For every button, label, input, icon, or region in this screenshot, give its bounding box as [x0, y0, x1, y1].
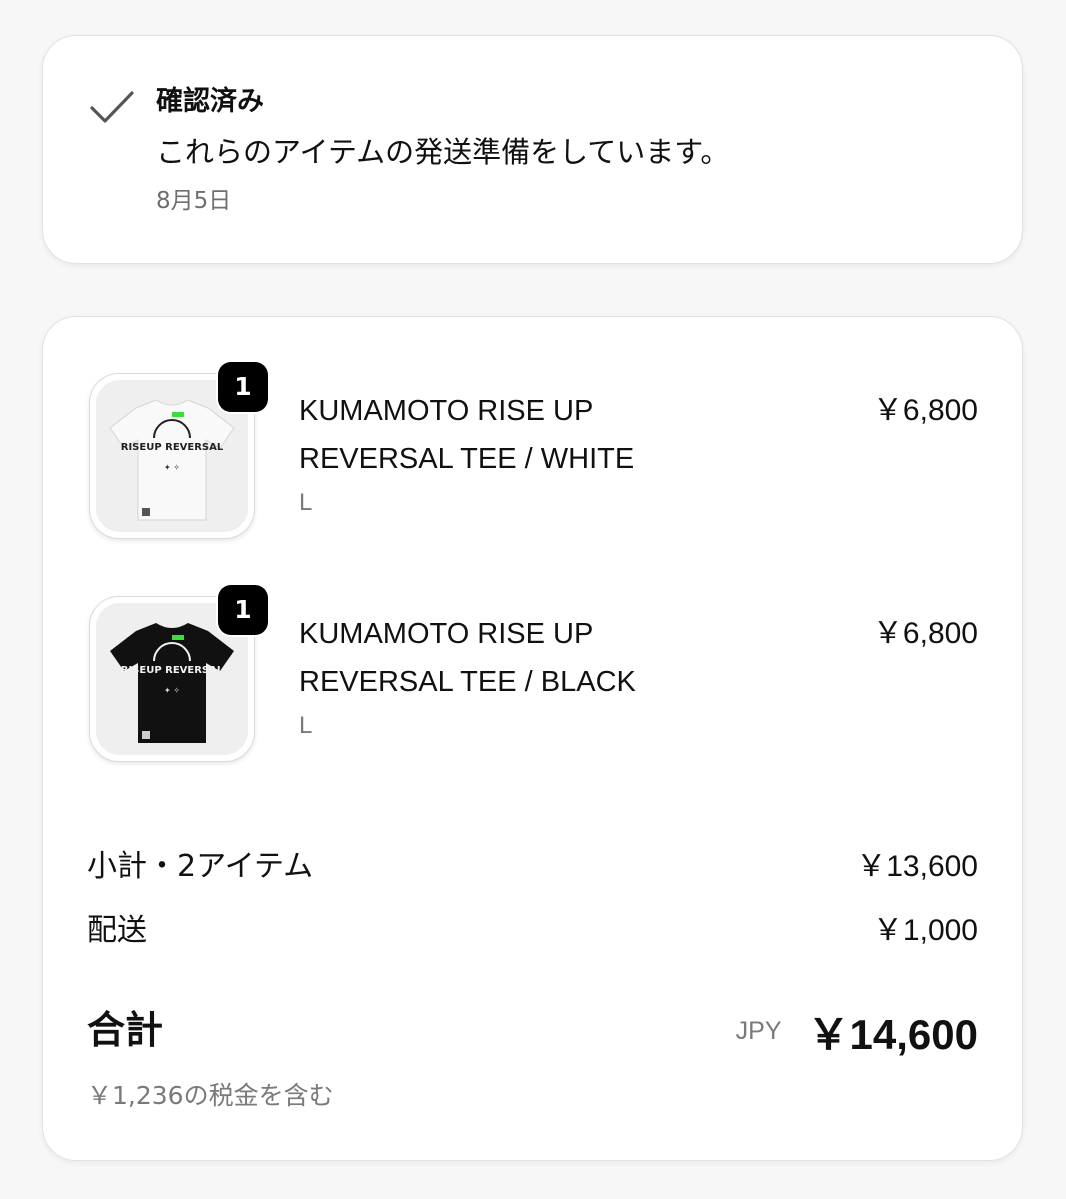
svg-text:✦ ✧: ✦ ✧	[164, 463, 180, 472]
green-tag	[172, 412, 184, 417]
currency-code: JPY	[735, 1017, 782, 1045]
product-thumbnail-black-tee[interactable]: RISEUP REVERSAL ✦ ✧ 1	[89, 585, 268, 762]
item-price: ￥6,800	[872, 617, 978, 650]
total-amount-group: JPY ￥14,600	[736, 1001, 978, 1062]
order-status-card: 確認済み これらのアイテムの発送準備をしています。 8月5日	[42, 35, 1023, 264]
status-date: 8月5日	[156, 188, 232, 214]
total-amount: ￥14,600	[807, 1011, 978, 1058]
item-variant: L	[299, 712, 313, 739]
shirt-print-text: RISEUP REVERSAL	[121, 442, 224, 453]
svg-text:✦ ✧: ✦ ✧	[164, 686, 180, 695]
status-message: これらのアイテムの発送準備をしています。	[156, 135, 730, 169]
item-price: ￥6,800	[872, 394, 978, 427]
green-tag	[172, 635, 184, 640]
tax-note: ￥1,236の税金を含む	[87, 1081, 334, 1110]
quantity-badge: 1	[218, 585, 268, 635]
shipping-value: ￥1,000	[872, 914, 978, 947]
shipping-label: 配送	[87, 913, 147, 948]
status-title: 確認済み	[156, 86, 264, 117]
item-name[interactable]: KUMAMOTO RISE UP REVERSAL TEE / WHITE	[299, 387, 759, 483]
item-name[interactable]: KUMAMOTO RISE UP REVERSAL TEE / BLACK	[299, 610, 759, 706]
subtotal-label: 小計・2アイテム	[87, 849, 314, 884]
order-summary-card: RISEUP REVERSAL ✦ ✧ 1 KUMAMOTO RISE UP R…	[42, 316, 1023, 1161]
check-icon	[90, 91, 134, 123]
product-thumbnail-white-tee[interactable]: RISEUP REVERSAL ✦ ✧ 1	[89, 362, 268, 539]
subtotal-value: ￥13,600	[856, 850, 978, 883]
shirt-print-text: RISEUP REVERSAL	[121, 665, 224, 676]
total-label: 合計	[87, 1008, 164, 1052]
quantity-badge: 1	[218, 362, 268, 412]
item-variant: L	[299, 489, 313, 516]
